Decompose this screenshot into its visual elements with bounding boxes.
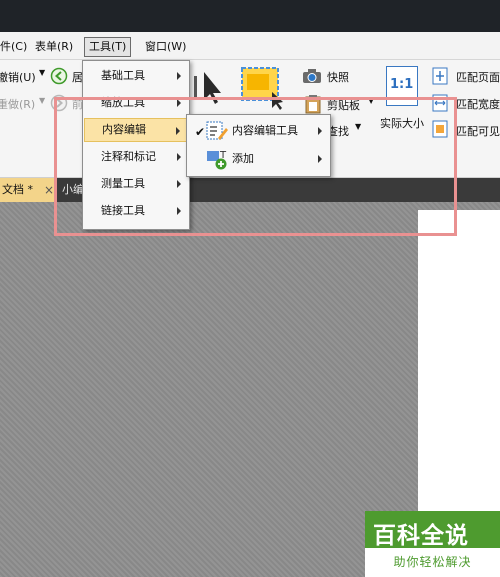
watermark-logo: 百科全说 助你轻松解决 [365,511,500,577]
redo-button[interactable]: 重做(R) [0,96,35,112]
snapshot-button[interactable]: 快照 [327,69,349,85]
document-tab-title: 文档 * [2,183,33,196]
undo-dropdown-icon[interactable]: ▼ [39,68,45,77]
menu-window[interactable]: 窗口(W) [141,37,190,57]
fit-visible-button[interactable]: 匹配可见 [456,123,500,139]
back-icon[interactable] [50,67,68,85]
document-tab-active[interactable]: 文档 * × [0,178,57,202]
annotation-highlight-box [54,97,457,236]
chevron-right-icon [177,72,181,80]
fit-width-button[interactable]: 匹配宽度 [456,96,500,112]
watermark-subtitle: 助你轻松解决 [365,548,500,577]
redo-dropdown-icon[interactable]: ▼ [39,96,45,105]
tools-menu-item-label: 基础工具 [101,69,145,82]
menu-bar: 件(C) 表单(R) 工具(T) 窗口(W) [0,32,500,60]
title-bar [0,0,500,32]
menu-forms[interactable]: 表单(R) [31,37,77,57]
camera-icon[interactable] [302,68,322,84]
fit-page-icon[interactable] [432,67,448,85]
close-icon[interactable]: × [44,178,54,202]
watermark-title: 百科全说 [373,523,469,549]
tools-menu-item-basic[interactable]: 基础工具 [84,64,188,88]
actual-size-ratio: 1:1 [390,77,414,92]
fit-page-button[interactable]: 匹配页面 [456,69,500,85]
menu-file[interactable]: 件(C) [0,37,31,57]
menu-tools[interactable]: 工具(T) [84,37,132,57]
undo-button[interactable]: 撤销(U) [0,69,36,85]
